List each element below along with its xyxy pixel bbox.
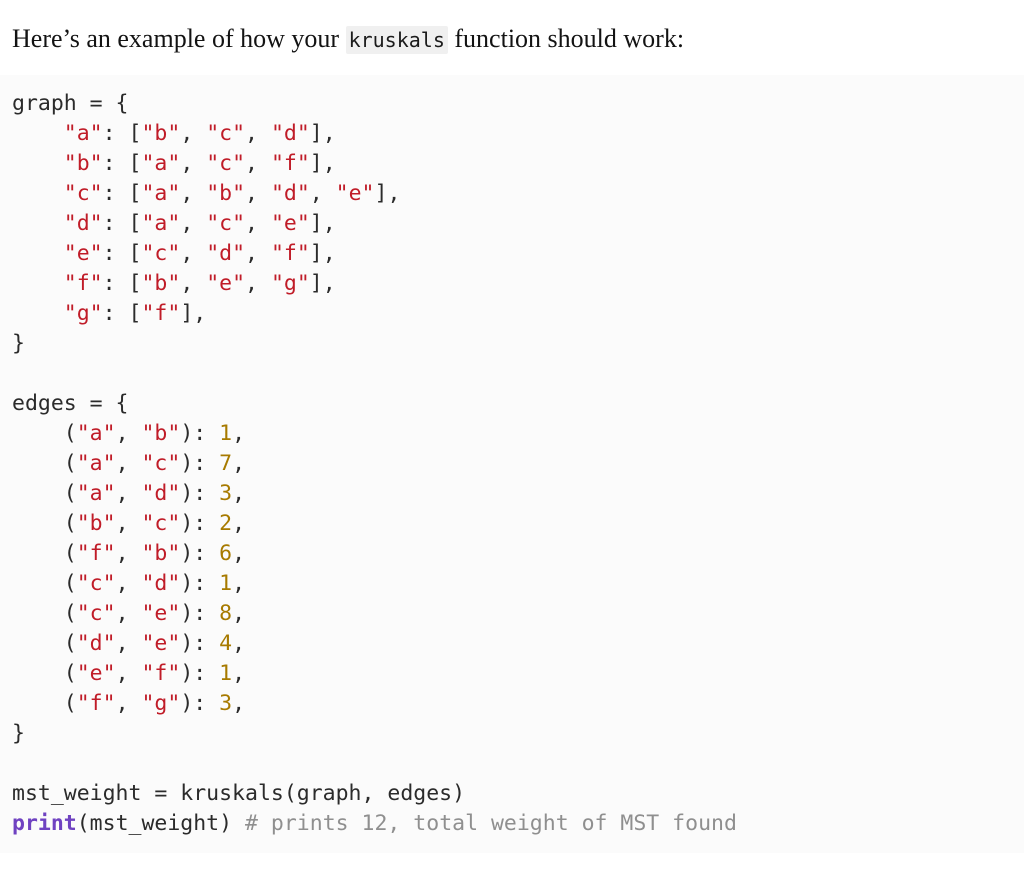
edge-source: "c" <box>76 601 116 626</box>
graph-key: "e" <box>63 241 103 266</box>
edge-source: "a" <box>76 451 116 476</box>
code-line-print: print(mst_weight) # prints 12, total wei… <box>12 809 1012 839</box>
graph-key: "c" <box>63 181 103 206</box>
code-line-edges-close: } <box>12 721 25 746</box>
graph-value: ["a", "c", "f"] <box>128 151 323 176</box>
edge-source: "a" <box>76 421 116 446</box>
code-line-graph-entry: "b": ["a", "c", "f"], <box>63 151 336 176</box>
graph-key: "g" <box>63 301 103 326</box>
code-line-graph-entry: "g": ["f"], <box>63 301 207 326</box>
edge-target: "e" <box>141 601 181 626</box>
code-line-edges-entry: ("b", "c"): 2, <box>12 511 246 536</box>
print-builtin: print <box>12 811 77 836</box>
graph-key: "d" <box>63 211 103 236</box>
code-line-graph-entry: "a": ["b", "c", "d"], <box>63 121 336 146</box>
inline-code-kruskals: kruskals <box>345 26 448 54</box>
code-line-edges-entry: ("c", "d"): 1, <box>12 571 246 596</box>
edge-source: "f" <box>76 691 116 716</box>
edge-weight: 1 <box>219 421 233 446</box>
intro-text-after: function should work: <box>447 24 685 53</box>
edge-weight: 3 <box>219 691 233 716</box>
print-arguments: (mst_weight) <box>76 811 233 836</box>
code-line-blank-1 <box>12 359 1012 389</box>
code-root: graph = { "a": ["b", "c", "d"], "b": ["a… <box>12 89 1012 839</box>
edge-source: "b" <box>76 511 116 536</box>
intro-paragraph: Here’s an example of how your kruskals f… <box>0 0 1024 57</box>
graph-key: "a" <box>63 121 103 146</box>
edge-weight: 4 <box>219 631 233 656</box>
edge-weight: 8 <box>219 601 233 626</box>
code-line-edges-entry: ("d", "e"): 4, <box>12 631 246 656</box>
code-line-graph-entry: "f": ["b", "e", "g"], <box>63 271 336 296</box>
edge-target: "b" <box>141 541 181 566</box>
code-line-graph-entry: "d": ["a", "c", "e"], <box>63 211 336 236</box>
intro-text-before: Here’s an example of how your <box>12 24 346 53</box>
code-line-edges-entry: ("a", "d"): 3, <box>12 481 246 506</box>
edge-weight: 1 <box>219 571 233 596</box>
edge-source: "e" <box>76 661 116 686</box>
code-line-edges-entry: ("a", "c"): 7, <box>12 451 246 476</box>
result-comment: # prints 12, total weight of MST found <box>245 811 737 836</box>
edge-target: "d" <box>141 481 181 506</box>
kruskals-call: mst_weight = kruskals(graph, edges) <box>12 781 466 806</box>
edge-weight: 6 <box>219 541 233 566</box>
graph-key: "f" <box>63 271 103 296</box>
code-line-graph-entry: "c": ["a", "b", "d", "e"], <box>63 181 401 206</box>
graph-value: ["a", "b", "d", "e"] <box>128 181 388 206</box>
code-line-edges-header: edges = { <box>12 391 129 416</box>
code-line-graph-header: graph = { <box>12 91 129 116</box>
edge-target: "c" <box>141 511 181 536</box>
code-block: graph = { "a": ["b", "c", "d"], "b": ["a… <box>0 75 1024 853</box>
edge-target: "e" <box>141 631 181 656</box>
edge-source: "f" <box>76 541 116 566</box>
edge-weight: 7 <box>219 451 233 476</box>
code-line-graph-entry: "e": ["c", "d", "f"], <box>63 241 336 266</box>
code-line-call: mst_weight = kruskals(graph, edges) <box>12 779 1012 809</box>
code-line-edges-entry: ("a", "b"): 1, <box>12 421 246 446</box>
graph-key: "b" <box>63 151 103 176</box>
graph-value: ["b", "c", "d"] <box>128 121 323 146</box>
edge-weight: 3 <box>219 481 233 506</box>
code-line-edges-entry: ("f", "b"): 6, <box>12 541 246 566</box>
graph-value: ["a", "c", "e"] <box>128 211 323 236</box>
edge-target: "f" <box>141 661 181 686</box>
edge-weight: 2 <box>219 511 233 536</box>
edge-target: "g" <box>141 691 181 716</box>
graph-value: ["c", "d", "f"] <box>128 241 323 266</box>
code-line-graph-close: } <box>12 331 25 356</box>
edge-target: "b" <box>141 421 181 446</box>
graph-value: ["f"] <box>128 301 194 326</box>
edge-target: "c" <box>141 451 181 476</box>
edge-source: "d" <box>76 631 116 656</box>
code-line-edges-entry: ("c", "e"): 8, <box>12 601 246 626</box>
code-line-blank-2 <box>12 749 1012 779</box>
graph-value: ["b", "e", "g"] <box>128 271 323 296</box>
edge-weight: 1 <box>219 661 233 686</box>
code-content: graph = { "a": ["b", "c", "d"], "b": ["a… <box>0 89 1024 839</box>
edge-source: "a" <box>76 481 116 506</box>
edge-source: "c" <box>76 571 116 596</box>
code-line-edges-entry: ("e", "f"): 1, <box>12 661 246 686</box>
code-line-edges-entry: ("f", "g"): 3, <box>12 691 246 716</box>
edge-target: "d" <box>141 571 181 596</box>
